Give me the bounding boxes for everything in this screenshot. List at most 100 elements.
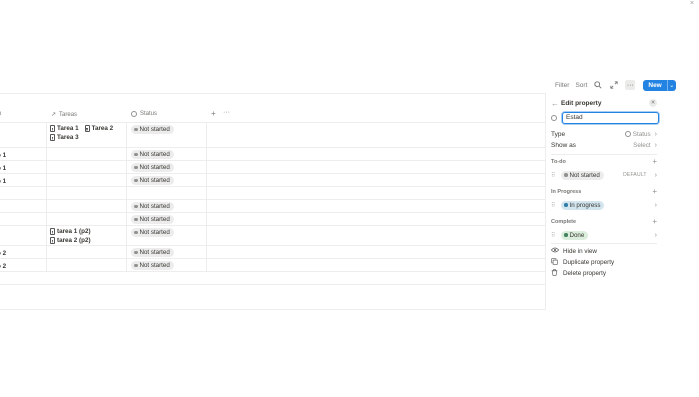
group-label-complete: Complete + — [551, 217, 657, 226]
column-header-name[interactable]: o — [0, 111, 1, 117]
page-icon — [50, 228, 55, 235]
cell-name[interactable]: o 2 — [0, 246, 47, 258]
cell-name[interactable] — [0, 226, 47, 245]
table-row[interactable]: o 1 Not started — [0, 174, 546, 187]
eye-icon — [550, 247, 560, 255]
option-tag: In progress — [561, 200, 605, 210]
property-name-input[interactable] — [562, 111, 659, 124]
cell-tareas[interactable] — [47, 200, 127, 212]
status-tag: Not started — [131, 202, 174, 211]
table-row[interactable]: Not started — [0, 200, 546, 213]
table-row[interactable]: o 2 Not started — [0, 259, 546, 272]
cell-tareas[interactable] — [47, 187, 127, 199]
drag-handle-icon[interactable]: ⠿ — [551, 202, 557, 209]
status-tag: Not started — [131, 228, 174, 237]
table-row[interactable]: o 1 Not started — [0, 161, 546, 174]
table-row[interactable]: Tarea 1 Tarea 2 Tarea 3 Not started — [0, 123, 546, 148]
close-icon[interactable]: ✕ — [649, 99, 657, 107]
cell-tareas[interactable] — [47, 259, 127, 271]
more-columns-icon[interactable]: ··· — [223, 109, 230, 116]
cell-status[interactable]: Not started — [127, 226, 207, 245]
cell-tareas[interactable] — [47, 246, 127, 258]
divider — [551, 243, 657, 244]
database-toolbar: Filter Sort ··· New ⌄ — [555, 78, 676, 92]
cell-status[interactable]: Not started — [127, 174, 207, 186]
cell-status[interactable] — [127, 187, 207, 199]
cell-name[interactable]: o 1 — [0, 174, 47, 186]
cell-status[interactable]: Not started — [127, 161, 207, 173]
cell-name[interactable]: o 1 — [0, 161, 47, 173]
window-close-icon[interactable]: × — [690, 0, 694, 7]
relation-arrow-icon: ↗ — [51, 112, 57, 118]
chevron-right-icon: › — [654, 201, 657, 209]
cell-name[interactable]: o 2 — [0, 259, 47, 271]
cell-tareas[interactable] — [47, 161, 127, 173]
divider — [0, 309, 546, 310]
type-label: Type — [551, 130, 566, 138]
show-as-row[interactable]: Show as Select › — [551, 140, 657, 150]
chevron-down-icon[interactable]: ⌄ — [666, 79, 676, 91]
column-header-tareas[interactable]: ↗ Tareas — [51, 111, 77, 119]
show-as-label: Show as — [551, 141, 576, 149]
option-row-done[interactable]: ⠿ Done › — [551, 230, 657, 240]
task-label: Tarea 2 — [91, 125, 114, 132]
cell-tareas[interactable] — [47, 213, 127, 225]
cell-tareas[interactable] — [47, 148, 127, 160]
drag-handle-icon[interactable]: ⠿ — [551, 232, 557, 239]
table-row[interactable] — [0, 187, 546, 200]
new-button-label[interactable]: New — [643, 80, 666, 91]
task-link[interactable]: tarea 2 (p2) — [50, 237, 91, 244]
type-value: Status — [632, 130, 651, 138]
cell-name[interactable]: o 1 — [0, 148, 47, 160]
status-tag: Not started — [131, 125, 174, 134]
status-tag: Not started — [131, 261, 174, 270]
task-label: Tarea 3 — [57, 134, 79, 141]
cell-tareas[interactable]: tarea 1 (p2) tarea 2 (p2) — [47, 226, 127, 245]
cell-tareas[interactable]: Tarea 1 Tarea 2 Tarea 3 — [47, 123, 127, 147]
drag-handle-icon[interactable]: ⠿ — [551, 172, 557, 179]
cell-status[interactable]: Not started — [127, 246, 207, 258]
table-row[interactable]: Not started — [0, 213, 546, 226]
filter-button[interactable]: Filter — [555, 82, 569, 89]
option-tag: Done — [561, 230, 589, 240]
cell-name[interactable] — [0, 200, 47, 212]
divider — [0, 93, 546, 94]
sort-button[interactable]: Sort — [575, 82, 587, 89]
add-column-icon[interactable]: + — [211, 109, 216, 118]
cell-status[interactable]: Not started — [127, 259, 207, 271]
table-row[interactable]: o 1 Not started — [0, 148, 546, 161]
more-options-icon[interactable]: ··· — [625, 80, 636, 90]
status-icon[interactable] — [551, 114, 557, 121]
task-link[interactable]: Tarea 3 — [50, 134, 79, 141]
cell-status[interactable]: Not started — [127, 123, 207, 147]
table-row[interactable]: tarea 1 (p2) tarea 2 (p2) Not started — [0, 226, 546, 246]
add-option-icon[interactable]: + — [652, 187, 657, 196]
cell-status[interactable]: Not started — [127, 148, 207, 160]
expand-icon[interactable] — [609, 80, 619, 90]
cell-name[interactable] — [0, 187, 47, 199]
task-link[interactable]: Tarea 2 — [84, 125, 114, 132]
cell-status[interactable]: Not started — [127, 200, 207, 212]
status-tag: Not started — [131, 150, 174, 159]
task-link[interactable]: tarea 1 (p2) — [50, 228, 91, 235]
type-row[interactable]: Type Status › — [551, 129, 657, 139]
new-row[interactable] — [0, 272, 546, 285]
column-header-status[interactable]: Status — [131, 111, 157, 117]
add-option-icon[interactable]: + — [652, 157, 657, 166]
delete-property-button[interactable]: Delete property — [551, 268, 657, 278]
task-link[interactable]: Tarea 1 — [50, 125, 79, 132]
cell-name[interactable] — [0, 213, 47, 225]
back-arrow-icon[interactable]: ← — [551, 99, 561, 108]
cell-name[interactable] — [0, 123, 47, 147]
status-tag: Not started — [131, 248, 174, 257]
cell-status[interactable]: Not started — [127, 213, 207, 225]
new-button[interactable]: New ⌄ — [643, 79, 676, 91]
hide-in-view-button[interactable]: Hide in view — [550, 246, 657, 256]
cell-tareas[interactable] — [47, 174, 127, 186]
table-row[interactable]: o 2 Not started — [0, 246, 546, 259]
add-option-icon[interactable]: + — [652, 217, 657, 226]
duplicate-property-button[interactable]: Duplicate property — [551, 257, 657, 267]
option-row-not-started[interactable]: ⠿ Not started DEFAULT › — [551, 170, 657, 180]
search-icon[interactable] — [593, 80, 603, 90]
option-row-in-progress[interactable]: ⠿ In progress › — [551, 200, 657, 210]
